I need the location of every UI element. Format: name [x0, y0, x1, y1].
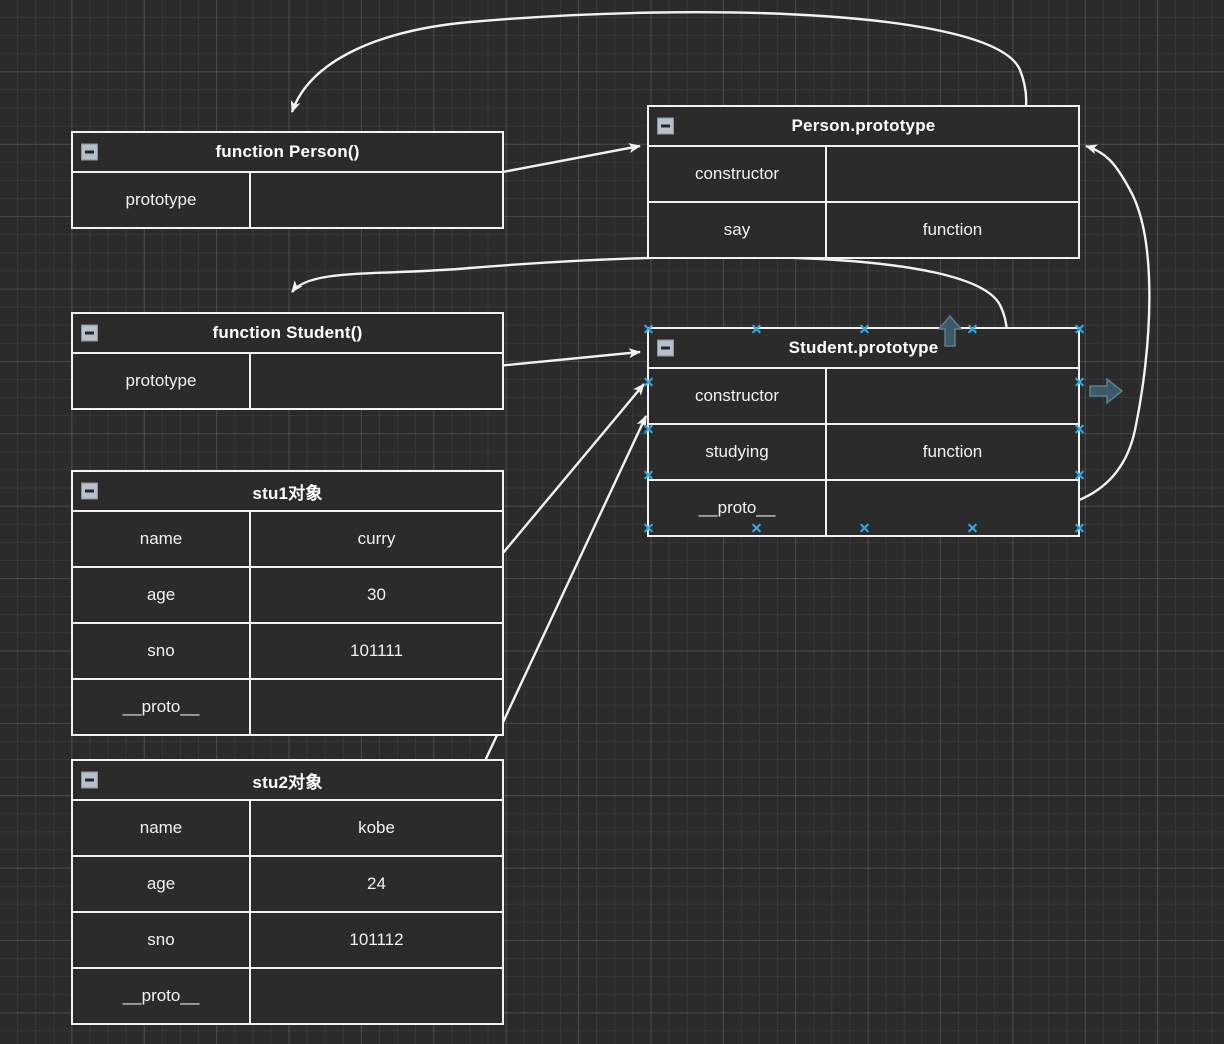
- minus-icon[interactable]: [81, 482, 98, 500]
- row-value: function: [922, 220, 983, 239]
- row-key: name: [73, 512, 251, 566]
- row-value: [827, 369, 1078, 423]
- node-title-bar: Student.prototype: [649, 329, 1078, 369]
- row-value: [251, 354, 502, 408]
- minus-icon[interactable]: [81, 143, 98, 161]
- selection-handle-ne[interactable]: [1074, 323, 1085, 334]
- selection-handle-n2[interactable]: [967, 323, 978, 334]
- row-value: [251, 173, 502, 227]
- table-row[interactable]: name curry: [73, 512, 502, 568]
- row-key: studying: [649, 425, 827, 479]
- table-row[interactable]: constructor: [649, 147, 1078, 203]
- minus-icon[interactable]: [81, 324, 98, 342]
- node-title-text: Person.prototype: [791, 116, 936, 135]
- row-key: prototype: [73, 173, 251, 227]
- node-title-bar: stu1对象: [73, 472, 502, 512]
- row-key: name: [73, 801, 251, 855]
- arrow-right-icon: [1089, 377, 1124, 405]
- row-value: 101111: [350, 641, 403, 660]
- node-title-text: stu1对象: [252, 483, 323, 503]
- selection-handle-s2[interactable]: [967, 522, 978, 533]
- row-value: 24: [367, 874, 386, 893]
- node-function-student[interactable]: function Student() prototype: [71, 312, 504, 410]
- node-student-prototype[interactable]: Student.prototype constructor studying f…: [647, 327, 1080, 537]
- selection-handle-nw[interactable]: [643, 323, 654, 334]
- node-title-bar: stu2对象: [73, 761, 502, 801]
- add-shape-arrow-right[interactable]: [1088, 376, 1124, 406]
- row-value: [251, 680, 502, 734]
- table-row[interactable]: __proto__: [73, 680, 502, 734]
- node-stu2[interactable]: stu2对象 name kobe age 24 sno 101112 __pro…: [71, 759, 504, 1025]
- node-title-text: Student.prototype: [788, 338, 939, 357]
- selection-handle-e1[interactable]: [1074, 376, 1085, 387]
- selection-handle-w3[interactable]: [643, 469, 654, 480]
- add-shape-arrow-up[interactable]: [936, 314, 964, 348]
- selection-handle-e3[interactable]: [1074, 469, 1085, 480]
- row-value: function: [922, 442, 983, 461]
- node-title-bar: function Student(): [73, 314, 502, 354]
- row-value: kobe: [358, 818, 395, 837]
- node-title-text: function Student(): [212, 323, 363, 342]
- row-key: __proto__: [73, 680, 251, 734]
- row-key: age: [73, 568, 251, 622]
- selection-handle-s1[interactable]: [751, 522, 762, 533]
- selection-handle-se[interactable]: [1074, 522, 1085, 533]
- table-row[interactable]: age 30: [73, 568, 502, 624]
- row-key: sno: [73, 624, 251, 678]
- node-person-prototype[interactable]: Person.prototype constructor say functio…: [647, 105, 1080, 259]
- selection-handle-s[interactable]: [859, 522, 870, 533]
- node-title-text: function Person(): [215, 142, 360, 161]
- table-row[interactable]: name kobe: [73, 801, 502, 857]
- table-row[interactable]: prototype: [73, 354, 502, 408]
- table-row[interactable]: sno 101111: [73, 624, 502, 680]
- node-title-bar: Person.prototype: [649, 107, 1078, 147]
- selection-handle-n[interactable]: [859, 323, 870, 334]
- row-key: age: [73, 857, 251, 911]
- table-row[interactable]: say function: [649, 203, 1078, 257]
- selection-handle-w2[interactable]: [643, 423, 654, 434]
- table-row[interactable]: studying function: [649, 425, 1078, 481]
- row-value: 30: [367, 585, 386, 604]
- selection-handle-e2[interactable]: [1074, 423, 1085, 434]
- row-value: [251, 969, 502, 1023]
- row-key: __proto__: [73, 969, 251, 1023]
- node-title-bar: function Person(): [73, 133, 502, 173]
- table-row[interactable]: prototype: [73, 173, 502, 227]
- diagram-canvas[interactable]: function Person() prototype Person.proto…: [0, 0, 1224, 1044]
- node-title-text: stu2对象: [252, 772, 323, 792]
- selection-handle-n1[interactable]: [751, 323, 762, 334]
- arrow-up-icon: [937, 314, 963, 347]
- selection-handle-w1[interactable]: [643, 376, 654, 387]
- table-row[interactable]: __proto__: [73, 969, 502, 1023]
- row-key: sno: [73, 913, 251, 967]
- row-key: constructor: [649, 369, 827, 423]
- table-row[interactable]: sno 101112: [73, 913, 502, 969]
- row-value: curry: [357, 529, 396, 548]
- table-row[interactable]: constructor: [649, 369, 1078, 425]
- row-key: constructor: [649, 147, 827, 201]
- node-stu1[interactable]: stu1对象 name curry age 30 sno 101111 __pr…: [71, 470, 504, 736]
- table-row[interactable]: age 24: [73, 857, 502, 913]
- row-key: __proto__: [649, 481, 827, 535]
- row-key: prototype: [73, 354, 251, 408]
- minus-icon[interactable]: [657, 117, 674, 135]
- node-function-person[interactable]: function Person() prototype: [71, 131, 504, 229]
- row-key: say: [649, 203, 827, 257]
- minus-icon[interactable]: [81, 771, 98, 789]
- selection-handle-sw[interactable]: [643, 522, 654, 533]
- minus-icon[interactable]: [657, 339, 674, 357]
- row-value: [827, 147, 1078, 201]
- row-value: 101112: [349, 930, 404, 949]
